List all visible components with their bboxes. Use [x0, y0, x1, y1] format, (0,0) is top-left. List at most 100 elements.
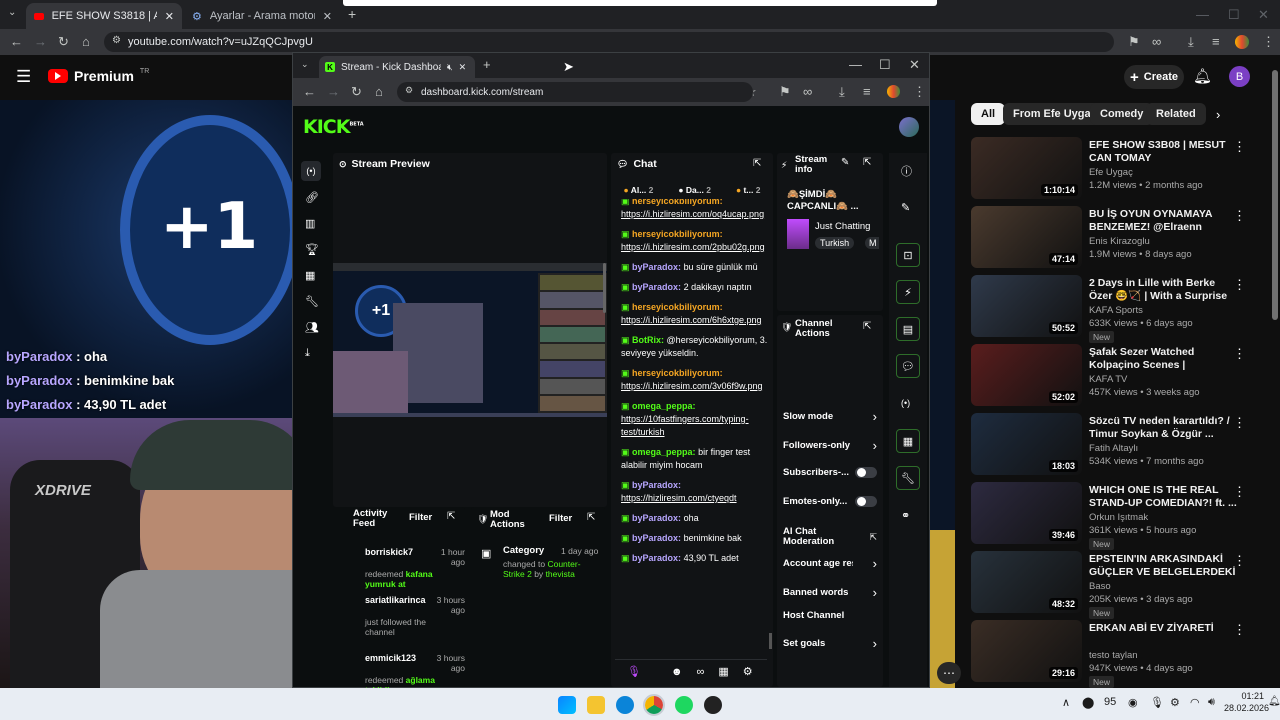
- spotify-icon[interactable]: [675, 696, 693, 714]
- preview-scrollbar[interactable]: [603, 263, 606, 313]
- chip-all[interactable]: All: [971, 103, 1006, 125]
- chat-scrollbar[interactable]: [769, 633, 772, 649]
- video-thumbnail[interactable]: 52:02: [971, 344, 1082, 406]
- new-tab-button[interactable]: +: [483, 58, 491, 71]
- forward-icon[interactable]: →: [327, 85, 340, 98]
- channel-action-item[interactable]: Banned words ›: [777, 585, 883, 600]
- close-window-icon[interactable]: ✕: [1258, 8, 1269, 21]
- video-more-icon[interactable]: ⋮: [1233, 622, 1246, 638]
- kick-avatar[interactable]: [899, 117, 919, 137]
- video-thumbnail[interactable]: 29:16: [971, 620, 1082, 682]
- minimize-icon[interactable]: —: [1196, 8, 1209, 21]
- tray-wifi-icon[interactable]: ◠: [1190, 696, 1200, 709]
- popout-icon[interactable]: ⇱: [753, 158, 761, 169]
- outer-address-bar[interactable]: ⚙ youtube.com/watch?v=uJZqQCJpvgU: [104, 32, 1114, 52]
- chat-filter-1[interactable]: ● Al... 2: [624, 185, 654, 195]
- inner-address-bar[interactable]: ⚙ dashboard.kick.com/stream: [397, 82, 753, 102]
- calendar-icon[interactable]: ▦: [718, 665, 728, 678]
- chat-username[interactable]: byParadox:: [632, 553, 681, 563]
- video-channel[interactable]: KAFA TV: [1089, 374, 1127, 385]
- tray-steam-icon[interactable]: ◉: [1128, 696, 1138, 709]
- edit-icon[interactable]: ✎: [901, 201, 910, 214]
- tab-search-icon[interactable]: ⌄: [8, 8, 16, 18]
- microphone-icon[interactable]: 🎙︎: [627, 665, 641, 678]
- activity-filter-button[interactable]: Filter: [409, 512, 432, 523]
- media-icon[interactable]: ≡: [863, 85, 871, 98]
- notification-bell-icon[interactable]: 🔔︎: [1193, 67, 1212, 85]
- nav-analytics-icon[interactable]: ▥: [305, 217, 315, 230]
- channel-action-item[interactable]: Set goals ›: [777, 636, 883, 651]
- recommendation-item[interactable]: 50:52 2 Days in Lille with Berke Özer 🤓🏹…: [971, 275, 1271, 343]
- download-icon[interactable]: ⤓: [839, 85, 845, 98]
- chat-filter-3[interactable]: ● t... 2: [736, 185, 761, 195]
- outer-tab-youtube[interactable]: EFE SHOW S3818 | ATABERK DO ✕: [26, 3, 182, 29]
- video-more-icon[interactable]: ⋮: [1233, 484, 1246, 500]
- video-title[interactable]: Şafak Sezer Watched Kolpaçino Scenes | P…: [1089, 346, 1237, 372]
- tray-network-icon[interactable]: ⚙: [1170, 696, 1180, 709]
- create-button[interactable]: + Create: [1124, 65, 1184, 89]
- video-thumbnail[interactable]: 47:14: [971, 206, 1082, 268]
- close-window-icon[interactable]: ✕: [909, 58, 920, 71]
- clock[interactable]: 01:21 28.02.2026: [1224, 690, 1269, 714]
- tray-expand-icon[interactable]: ∧: [1062, 696, 1070, 709]
- video-channel[interactable]: KAFA Sports: [1089, 305, 1143, 316]
- video-title[interactable]: EFE SHOW S3B08 | MESUT CAN TOMAY: [1089, 139, 1237, 165]
- video-more-icon[interactable]: ⋮: [1233, 208, 1246, 224]
- extension-icon[interactable]: ⚑: [779, 85, 791, 98]
- video-thumbnail[interactable]: 18:03: [971, 413, 1082, 475]
- channel-action-item[interactable]: Emotes-only...: [777, 496, 883, 507]
- site-info-icon[interactable]: ⚙: [112, 36, 121, 46]
- nav-stream-icon[interactable]: (•): [301, 161, 321, 181]
- wrench-icon[interactable]: 🔧︎: [896, 466, 920, 490]
- nav-trophy-icon[interactable]: 🏆︎: [305, 243, 319, 256]
- recommendation-item[interactable]: 1:10:14 EFE SHOW S3B08 | MESUT CAN TOMAY…: [971, 137, 1271, 203]
- page-scrollbar[interactable]: [1272, 70, 1278, 320]
- chat-username[interactable]: herseyicokbiliyorum:: [632, 368, 723, 378]
- channel-action-item[interactable]: Account age restr ›: [777, 556, 883, 571]
- file-explorer-icon[interactable]: [587, 696, 605, 714]
- notification-icon[interactable]: 🔔︎: [1268, 696, 1280, 707]
- video-title[interactable]: EPSTEIN'IN ARKASINDAKİ GÜÇLER VE BELGELE…: [1089, 553, 1237, 579]
- recommendation-item[interactable]: 18:03 Sözcü TV neden karartıldı? / Timur…: [971, 413, 1271, 479]
- chat-text[interactable]: https://10fastfingers.com/typing-test/tu…: [621, 414, 749, 437]
- home-icon[interactable]: ⌂: [375, 85, 383, 98]
- toggle-switch[interactable]: [855, 467, 877, 478]
- notes-icon[interactable]: ▤: [896, 317, 920, 341]
- tray-app-icon[interactable]: ⬤: [1082, 696, 1094, 709]
- chat-username[interactable]: byParadox:: [632, 533, 681, 543]
- info-icon[interactable]: ⓘ: [901, 163, 912, 179]
- popout-icon[interactable]: ⇱: [863, 157, 871, 168]
- tray-mic-icon[interactable]: 🎙︎: [1150, 696, 1164, 709]
- back-icon[interactable]: ←: [10, 35, 23, 48]
- tray-volume-icon[interactable]: 🔊︎: [1208, 696, 1215, 709]
- popout-icon[interactable]: ⇱: [587, 512, 595, 523]
- menu-dots-icon[interactable]: ⋮: [913, 85, 926, 98]
- activity-user[interactable]: sariatlikarinca: [365, 595, 426, 605]
- obs-icon[interactable]: [704, 696, 722, 714]
- channel-action-item[interactable]: Host Channel: [777, 611, 883, 621]
- close-tab-icon[interactable]: ✕: [165, 10, 174, 23]
- edit-pencil-icon[interactable]: ✎: [841, 157, 849, 168]
- link-icon[interactable]: ∞: [1152, 35, 1161, 48]
- home-icon[interactable]: ⌂: [82, 35, 90, 48]
- channel-action-item[interactable]: Followers-only ch ›: [777, 438, 883, 453]
- youtube-logo[interactable]: Premium TR: [48, 68, 149, 84]
- link-icon[interactable]: ∞: [803, 85, 812, 98]
- video-title[interactable]: WHICH ONE IS THE REAL STAND-UP COMEDIAN?…: [1089, 484, 1237, 510]
- minimize-icon[interactable]: —: [849, 58, 862, 71]
- chips-next-icon[interactable]: ›: [1216, 107, 1220, 122]
- video-thumbnail[interactable]: 48:32: [971, 551, 1082, 613]
- video-title[interactable]: Sözcü TV neden karartıldı? / Timur Soyka…: [1089, 415, 1237, 441]
- video-thumbnail[interactable]: 39:46: [971, 482, 1082, 544]
- lightning-icon[interactable]: ⚡︎: [896, 280, 920, 304]
- chrome-icon[interactable]: [643, 694, 665, 716]
- maximize-icon[interactable]: ☐: [879, 58, 891, 71]
- recommendation-item[interactable]: 39:46 WHICH ONE IS THE REAL STAND-UP COM…: [971, 482, 1271, 550]
- recommendation-item[interactable]: 48:32 EPSTEIN'IN ARKASINDAKİ GÜÇLER VE B…: [971, 551, 1271, 619]
- chat-username[interactable]: byParadox:: [632, 282, 681, 292]
- video-more-icon[interactable]: ⋮: [1233, 277, 1246, 293]
- tab-search-icon[interactable]: ⌄: [301, 60, 309, 69]
- recommendation-item[interactable]: 29:16 ERKAN ABİ EV ZİYARETİ testo taylan…: [971, 620, 1271, 688]
- emoji-icon[interactable]: ☻: [671, 666, 683, 678]
- close-tab-icon[interactable]: ✕: [459, 62, 467, 73]
